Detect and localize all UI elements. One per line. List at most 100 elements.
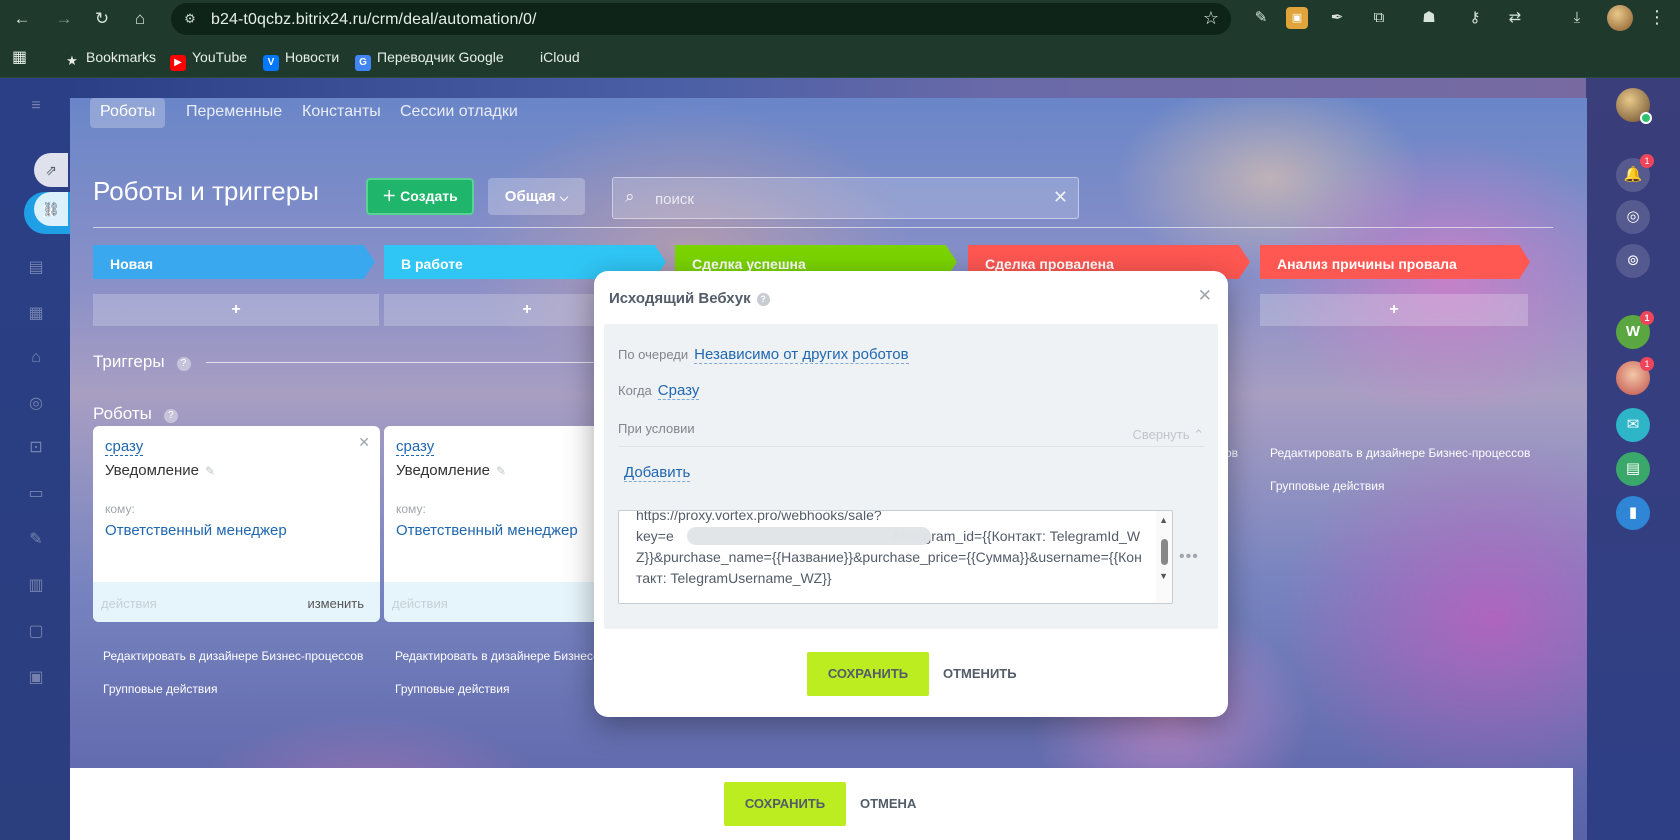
bookmark-youtube[interactable]: ▶ YouTube [170,49,247,71]
bookmark-translate[interactable]: G Переводчик Google [355,49,504,71]
when-select-link[interactable]: Сразу [657,382,700,400]
w-avatar[interactable]: W1 [1616,311,1654,349]
robot-name: Уведомление ✎ [396,462,507,479]
google-translate-icon: G [355,55,371,71]
group-actions-link[interactable]: Групповые действия [103,682,218,696]
add-trigger-button[interactable]: + [93,294,379,326]
crm-icon[interactable]: ▤ [26,258,46,278]
tab-robots[interactable]: Роботы [90,98,166,128]
store-icon[interactable]: ⌂ [26,348,46,368]
collapse-button[interactable]: Свернуть ⌃ [1132,427,1204,443]
extension-icon[interactable]: ▣ [1286,7,1308,29]
scrollbar[interactable]: ▲ ▼ [1156,511,1172,603]
robot-delay-link[interactable]: сразу [105,439,144,456]
pipeline-select-button[interactable]: Общая ⌵ [488,178,585,215]
key-icon[interactable]: ⚷ [1464,7,1486,29]
robot-field-value[interactable]: Ответственный менеджер [105,522,287,539]
when-row: Когда Сразу [618,382,700,400]
pencil-icon[interactable]: ✎ [26,530,46,550]
pencil-icon[interactable]: ✎ [496,464,506,478]
bookmark-star-icon[interactable]: ☆ [1203,8,1219,29]
bookmark-news[interactable]: V Новости [263,49,339,71]
scroll-thumb[interactable] [1161,539,1168,565]
scroll-down-icon[interactable]: ▼ [1159,571,1168,581]
bp-designer-link[interactable]: Редактировать в дизайнере Бизнес- [395,649,597,663]
contact-avatar[interactable]: 1 [1616,357,1654,395]
download-icon[interactable]: ⤓ [1566,7,1588,29]
sites-icon[interactable]: ▭ [26,484,46,504]
profile-avatar[interactable] [1607,5,1633,31]
popup-settings: По очереди Независимо от других роботов К… [604,324,1218,629]
robot-delay-link[interactable]: сразу [396,439,435,456]
help-icon[interactable]: ? [176,357,191,371]
address-bar[interactable]: ⚙ b24-t0qcbz.bitrix24.ru/crm/deal/automa… [171,3,1231,35]
add-condition-link[interactable]: Добавить [624,464,691,482]
video-icon[interactable]: ▢ [26,622,46,642]
bookmark-icloud[interactable]: iCloud [518,49,580,65]
help-icon[interactable]: ? [756,293,770,306]
messages-icon[interactable]: ✉ [1616,408,1650,442]
eyedropper-icon[interactable]: ✒ [1326,7,1348,29]
apps-icon[interactable]: ▣ [26,668,46,688]
group-actions-link[interactable]: Групповые действия [395,682,510,696]
right-rail: 🔔 1 ◎ ⊚ W1 1 ✉ ▤ ▮ [1586,78,1680,840]
puzzle-icon[interactable]: ⧉ [1368,7,1390,29]
url-text[interactable]: b24-t0qcbz.bitrix24.ru/crm/deal/automati… [211,11,537,29]
forward-icon[interactable]: → [52,7,76,31]
open-new-window-button[interactable]: ⇗ [34,153,68,187]
translate-icon[interactable]: ⇄ [1504,7,1526,29]
bookmark-icon[interactable]: ▮ [1616,496,1650,530]
webhook-url-text[interactable]: https://proxy.vortex.pro/webhooks/sale? … [636,511,1146,589]
chat-search-icon[interactable]: ⊚ [1616,244,1650,278]
popup-save-button[interactable]: СОХРАНИТЬ [807,652,929,696]
webhook-url-textarea[interactable]: https://proxy.vortex.pro/webhooks/sale? … [618,510,1173,604]
robot-card[interactable]: сразу ✕ Уведомление ✎ кому: Ответственный… [93,426,380,622]
notes-icon[interactable]: ▤ [1616,452,1650,486]
bp-designer-link[interactable]: Редактировать в дизайнере Бизнес-процесс… [103,649,363,663]
bookmark-bookmarks[interactable]: ★ Bookmarks [64,49,156,69]
tab-debug-sessions[interactable]: Сессии отладки [390,98,528,128]
analytics-icon[interactable]: ▥ [26,576,46,596]
popup-title: Исходящий Вебхук? [609,290,770,307]
browser-toolbar: ← → ↻ ⌂ ⚙ b24-t0qcbz.bitrix24.ru/crm/dea… [0,0,1680,38]
stage-loss-analysis: Анализ причины провала [1260,245,1530,279]
apps-grid-icon[interactable]: ▦ [12,47,27,67]
user-avatar[interactable] [1616,88,1652,124]
order-select-link[interactable]: Независимо от других роботов [694,346,909,364]
back-icon[interactable]: ← [10,7,34,31]
close-icon[interactable]: ✕ [1198,286,1212,306]
scroll-up-icon[interactable]: ▲ [1159,515,1168,525]
calendar-icon[interactable]: ▦ [26,304,46,324]
tab-constants[interactable]: Константы [292,98,391,128]
more-options-icon[interactable]: ••• [1179,548,1199,566]
group-actions-link[interactable]: Групповые действия [1270,479,1385,493]
incognito-icon[interactable]: ☗ [1418,7,1440,29]
tab-variables[interactable]: Переменные [176,98,292,128]
home-icon[interactable]: ⌂ [128,7,152,31]
marketing-icon[interactable]: ◎ [26,394,46,414]
popup-cancel-button[interactable]: ОТМЕНИТЬ [943,652,1017,696]
create-button[interactable]: ＋ Создать [366,178,474,215]
menu-icon[interactable]: ⋮ [1648,7,1666,28]
menu-icon[interactable]: ≡ [26,96,46,116]
copy-link-button[interactable]: ⛓ [34,192,68,226]
cancel-button[interactable]: ОТМЕНА [860,782,916,826]
target-icon[interactable]: ◎ [1616,200,1650,234]
pencil-icon[interactable]: ✎ [205,464,215,478]
robot-field-value[interactable]: Ответственный менеджер [396,522,578,539]
site-settings-icon[interactable]: ⚙ [181,10,199,28]
bell-icon[interactable]: 🔔 1 [1616,154,1654,192]
reload-icon[interactable]: ↻ [90,7,114,31]
close-icon[interactable]: ✕ [358,434,370,451]
robot-edit-link[interactable]: изменить [307,596,364,611]
search-input[interactable] [655,188,1035,210]
save-button[interactable]: СОХРАНИТЬ [724,782,846,826]
add-trigger-button[interactable]: + [1260,294,1528,326]
cart-icon[interactable]: ⊡ [26,438,46,458]
extension-icon[interactable]: ✎ [1250,7,1272,29]
help-icon[interactable]: ? [163,409,178,423]
chevron-up-icon: ⌃ [1193,427,1204,442]
clear-icon[interactable]: ✕ [1053,187,1068,208]
divider [618,446,1204,447]
bp-designer-link[interactable]: Редактировать в дизайнере Бизнес-процесс… [1270,446,1530,460]
